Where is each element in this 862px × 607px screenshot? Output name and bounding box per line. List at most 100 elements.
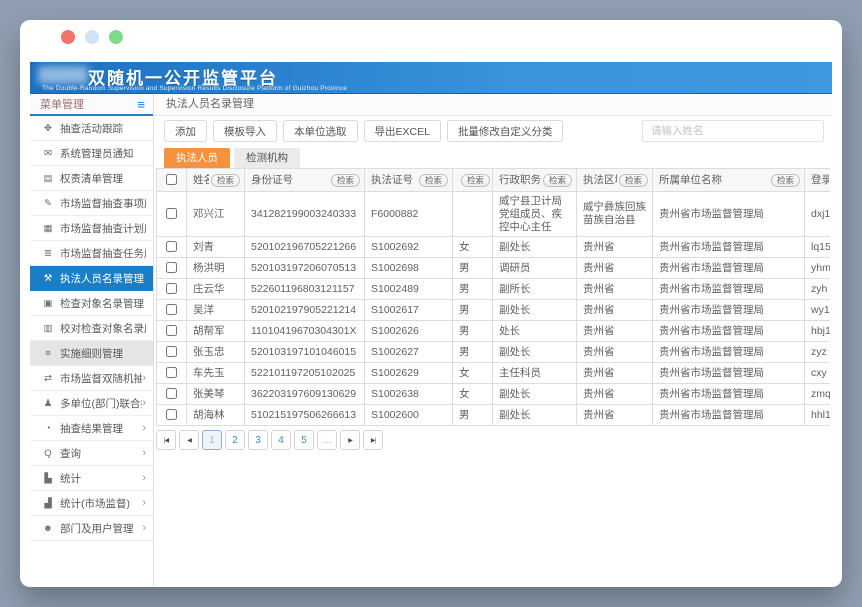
column-search-button-license-number[interactable]: 检索 xyxy=(419,174,448,187)
sidebar-item-inspection-plan-library[interactable]: ▦市场监督抽查计划库 xyxy=(30,216,153,241)
close-window-button[interactable] xyxy=(61,30,75,44)
pager-page-2[interactable]: 2 xyxy=(225,430,245,450)
cell-name: 张美琴 xyxy=(187,384,245,405)
sidebar-item-activity-tracking[interactable]: ✥抽查活动跟踪 xyxy=(30,116,153,141)
sidebar-item-inspection-object-registry[interactable]: ▣检查对象名录管理 xyxy=(30,291,153,316)
column-label-login-name: 登录名 xyxy=(811,174,829,187)
table-row: 杨洪明520103197206070513S1002698男调研员贵州省贵州省市… xyxy=(157,258,831,279)
cell-license-number: F6000882 xyxy=(365,192,453,237)
table-header-checkbox-cell xyxy=(157,169,187,192)
sidebar-item-inspection-item-library[interactable]: ✎市场监督抽查事项库 xyxy=(30,191,153,216)
sidebar-item-joint-inspection[interactable]: ♟多单位(部门)联合抽查› xyxy=(30,391,153,416)
cell-license-number: S1002626 xyxy=(365,321,453,342)
chevron-right-icon: › xyxy=(142,522,146,534)
card-icon: ▣ xyxy=(41,298,55,309)
cell-id-number: 522601196803121157 xyxy=(245,279,365,300)
sidebar-item-inspection-results[interactable]: ◔抽查结果管理› xyxy=(30,416,153,441)
batch-edit-custom-category-button[interactable]: 批量修改自定义分类 xyxy=(447,120,564,142)
app-logo xyxy=(38,66,88,84)
tab-enforcement-personnel[interactable]: 执法人员 xyxy=(164,148,230,168)
row-checkbox-cell xyxy=(157,384,187,405)
row-checkbox[interactable] xyxy=(166,409,177,420)
row-checkbox[interactable] xyxy=(166,283,177,294)
column-label-region: 执法区域 xyxy=(583,174,617,187)
maximize-window-button[interactable] xyxy=(109,30,123,44)
cell-gender xyxy=(453,192,493,237)
pager-first-button[interactable]: |◀ xyxy=(156,430,176,450)
row-checkbox[interactable] xyxy=(166,241,177,252)
area-chart-icon: ▟ xyxy=(41,498,55,509)
row-checkbox-cell xyxy=(157,300,187,321)
bell-icon: ✉ xyxy=(41,148,55,159)
row-checkbox[interactable] xyxy=(166,262,177,273)
app-header: 双随机一公开监管平台 The Double-Random Supervision… xyxy=(30,62,832,94)
pager-page-4[interactable]: 4 xyxy=(271,430,291,450)
sidebar-item-enforcement-personnel[interactable]: ⚒执法人员名录管理 xyxy=(30,266,153,291)
cell-name: 杨洪明 xyxy=(187,258,245,279)
row-checkbox[interactable] xyxy=(166,304,177,315)
search-input[interactable] xyxy=(642,120,824,142)
row-checkbox[interactable] xyxy=(166,367,177,378)
cell-id-number: 510215197506266613 xyxy=(245,405,365,426)
calendar-icon: ▦ xyxy=(41,223,55,234)
sidebar-item-statistics[interactable]: ▙统计› xyxy=(30,466,153,491)
menu-toggle-icon[interactable]: ≡ xyxy=(137,98,145,111)
column-header-gender: 性别检索 xyxy=(453,169,493,192)
column-search-button-id-number[interactable]: 检索 xyxy=(331,174,360,187)
sidebar-item-double-random-inspection[interactable]: ⇄市场监督双随机抽查› xyxy=(30,366,153,391)
column-header-license-number: 执法证号检索 xyxy=(365,169,453,192)
cell-license-number: S1002629 xyxy=(365,363,453,384)
add-button[interactable]: 添加 xyxy=(164,120,207,142)
sidebar-item-inspection-task-library[interactable]: ≣市场监督抽查任务库 xyxy=(30,241,153,266)
column-label-organization: 所属单位名称 xyxy=(659,174,722,187)
table-row: 张玉忠520103197101046015S1002627男副处长贵州省贵州省市… xyxy=(157,342,831,363)
cell-license-number: S1002638 xyxy=(365,384,453,405)
pager-page-1[interactable]: 1 xyxy=(202,430,222,450)
select-own-unit-button[interactable]: 本单位选取 xyxy=(283,120,358,142)
sidebar-item-label: 部门及用户管理 xyxy=(60,521,134,536)
column-search-button-name[interactable]: 检索 xyxy=(211,174,240,187)
row-checkbox[interactable] xyxy=(166,346,177,357)
sidebar-item-implementation-rules[interactable]: ≡实施细则管理 xyxy=(30,341,153,366)
export-excel-button[interactable]: 导出EXCEL xyxy=(364,120,441,142)
cell-login-name: hbj1 xyxy=(805,321,831,342)
cell-organization: 贵州省市场监督管理局 xyxy=(653,258,805,279)
cell-position: 副所长 xyxy=(493,279,577,300)
cell-name: 胡海林 xyxy=(187,405,245,426)
template-import-button[interactable]: 模板导入 xyxy=(213,120,277,142)
pager-prev-button[interactable]: ◀ xyxy=(179,430,199,450)
pager-last-button[interactable]: ▶| xyxy=(363,430,383,450)
row-checkbox[interactable] xyxy=(166,388,177,399)
cell-gender: 男 xyxy=(453,342,493,363)
table-row: 胡帮军11010419670304301XS1002626男处长贵州省贵州省市场… xyxy=(157,321,831,342)
sidebar-item-departments-users[interactable]: ☻部门及用户管理› xyxy=(30,516,153,541)
column-search-button-region[interactable]: 检索 xyxy=(619,174,648,187)
sidebar-header-label: 菜单管理 xyxy=(40,96,84,112)
sidebar-item-duty-list[interactable]: ▤权责清单管理 xyxy=(30,166,153,191)
row-checkbox[interactable] xyxy=(166,208,177,219)
column-label-name: 姓名 xyxy=(193,174,209,187)
minimize-window-button[interactable] xyxy=(85,30,99,44)
pager-page-3[interactable]: 3 xyxy=(248,430,268,450)
column-search-button-gender[interactable]: 检索 xyxy=(461,174,490,187)
row-checkbox[interactable] xyxy=(166,325,177,336)
cell-id-number: 341282199003240333 xyxy=(245,192,365,237)
pager-page-5[interactable]: 5 xyxy=(294,430,314,450)
rules-list-icon: ≡ xyxy=(41,348,55,359)
column-search-button-position[interactable]: 检索 xyxy=(543,174,572,187)
cell-id-number: 520103197206070513 xyxy=(245,258,365,279)
tab-testing-institutions[interactable]: 检测机构 xyxy=(234,148,300,168)
pager-next-button[interactable]: ▶ xyxy=(340,430,360,450)
cell-organization: 贵州省市场监督管理局 xyxy=(653,300,805,321)
cell-name: 车先玉 xyxy=(187,363,245,384)
column-search-button-organization[interactable]: 检索 xyxy=(771,174,800,187)
sidebar-item-query[interactable]: Q查询› xyxy=(30,441,153,466)
cell-organization: 贵州省市场监督管理局 xyxy=(653,363,805,384)
sidebar-item-admin-notice[interactable]: ✉系统管理员通知 xyxy=(30,141,153,166)
sidebar-item-proofread-object-library[interactable]: ▥校对检查对象名录库 xyxy=(30,316,153,341)
desktop-background: 双随机一公开监管平台 The Double-Random Supervision… xyxy=(0,0,862,607)
select-all-checkbox[interactable] xyxy=(166,174,177,185)
sidebar-item-statistics-market[interactable]: ▟统计(市场监督)› xyxy=(30,491,153,516)
cell-gender: 女 xyxy=(453,237,493,258)
sidebar: 菜单管理 ≡ ✥抽查活动跟踪✉系统管理员通知▤权责清单管理✎市场监督抽查事项库▦… xyxy=(30,94,154,586)
